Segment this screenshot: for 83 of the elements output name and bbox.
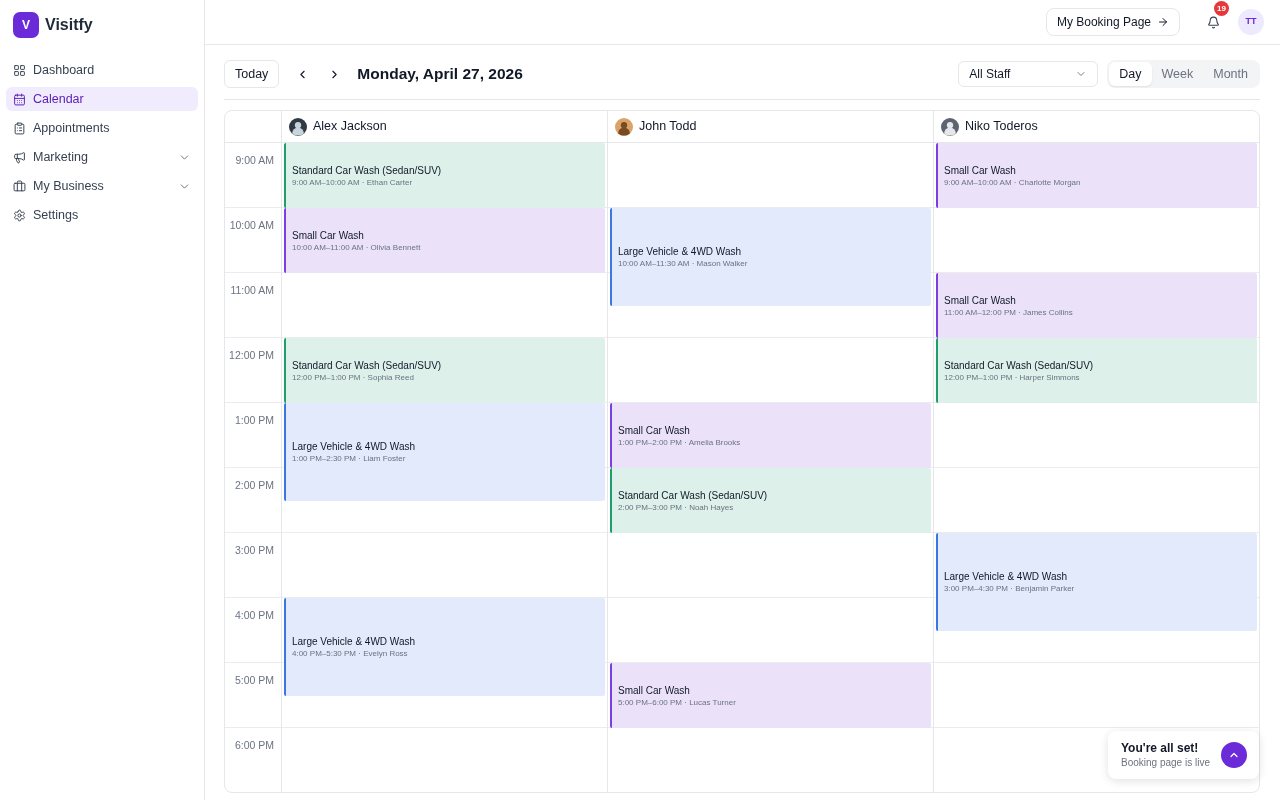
- view-tab[interactable]: Week: [1151, 62, 1204, 86]
- appointment-details: 10:00 AM–11:00 AM · Olivia Bennett: [292, 241, 422, 253]
- clipboard-icon: [13, 121, 26, 135]
- today-button[interactable]: Today: [224, 60, 280, 88]
- appointment-details: 1:00 PM–2:30 PM · Liam Foster: [292, 452, 407, 464]
- app-name: Visitfy: [45, 15, 93, 35]
- appointment-title: Small Car Wash: [618, 423, 691, 437]
- appointment-title: Large Vehicle & 4WD Wash: [944, 569, 1069, 583]
- collapse-button[interactable]: [1221, 742, 1247, 768]
- appointment-details: 4:00 PM–5:30 PM · Evelyn Ross: [292, 647, 409, 659]
- appointment-title: Small Car Wash: [944, 293, 1017, 307]
- view-tab[interactable]: Day: [1109, 62, 1152, 86]
- appointment-card[interactable]: Standard Car Wash (Sedan/SUV) 12:00 PM–1:00 PM · Harper Simmons: [936, 338, 1257, 403]
- appointment-card[interactable]: Large Vehicle & 4WD Wash 3:00 PM–4:30 PM · Benjamin Parker: [936, 533, 1257, 631]
- appointment-card[interactable]: Large Vehicle & 4WD Wash 4:00 PM–5:30 PM · Evelyn Ross: [284, 598, 605, 696]
- grid-icon: [13, 63, 26, 77]
- appointment-title: Small Car Wash: [292, 228, 365, 242]
- appointment-title: Large Vehicle & 4WD Wash: [292, 634, 417, 648]
- staff-name: Alex Jackson: [313, 118, 387, 136]
- user-avatar[interactable]: TT: [1238, 9, 1264, 35]
- settings-icon: [13, 208, 26, 222]
- appointment-card[interactable]: Small Car Wash 9:00 AM–10:00 AM · Charlotte Morgan: [936, 143, 1257, 208]
- appointment-details: 11:00 AM–12:00 PM · James Collins: [944, 306, 1074, 318]
- appointment-card[interactable]: Small Car Wash 11:00 AM–12:00 PM · James Collins: [936, 273, 1257, 338]
- appointment-details: 3:00 PM–4:30 PM · Benjamin Parker: [944, 582, 1076, 594]
- appointment-details: 9:00 AM–10:00 AM · Ethan Carter: [292, 176, 414, 188]
- time-label: 12:00 PM: [229, 349, 274, 361]
- arrow-right-icon: [1157, 16, 1169, 28]
- avatar-icon: [941, 117, 959, 136]
- date-title: Monday, April 27, 2026: [357, 64, 523, 85]
- calendar-icon: [13, 92, 26, 106]
- appointment-card[interactable]: Standard Car Wash (Sedan/SUV) 9:00 AM–10:00 AM · Ethan Carter: [284, 143, 605, 208]
- toast-title: You're all set!: [1121, 740, 1200, 756]
- time-label: 3:00 PM: [234, 544, 274, 556]
- time-label: 6:00 PM: [234, 739, 274, 751]
- sidebar-item[interactable]: Appointments: [6, 116, 198, 140]
- appointment-card[interactable]: Small Car Wash 10:00 AM–11:00 AM · Olivia Bennett: [284, 208, 605, 273]
- notification-count: 19: [1214, 1, 1229, 16]
- appointment-details: 2:00 PM–3:00 PM · Noah Hayes: [618, 501, 735, 513]
- time-label: 11:00 AM: [230, 284, 274, 296]
- sidebar-item[interactable]: Dashboard: [6, 58, 198, 82]
- sidebar-item[interactable]: Settings: [6, 203, 198, 227]
- sidebar-item[interactable]: Calendar: [6, 87, 198, 111]
- avatar-icon: [615, 117, 633, 136]
- appointment-card[interactable]: Standard Car Wash (Sedan/SUV) 2:00 PM–3:00 PM · Noah Hayes: [610, 468, 931, 533]
- appointment-card[interactable]: Small Car Wash 1:00 PM–2:00 PM · Amelia Brooks: [610, 403, 931, 468]
- appointment-title: Small Car Wash: [618, 683, 691, 697]
- appointment-details: 12:00 PM–1:00 PM · Harper Simmons: [944, 371, 1081, 383]
- logo-icon: V: [13, 12, 39, 38]
- time-label: 4:00 PM: [234, 609, 274, 621]
- staff-select[interactable]: All Staff: [958, 61, 1099, 87]
- appointment-details: 10:00 AM–11:30 AM · Mason Walker: [618, 257, 749, 269]
- appointment-card[interactable]: Standard Car Wash (Sedan/SUV) 12:00 PM–1:00 PM · Sophia Reed: [284, 338, 605, 403]
- appointment-title: Standard Car Wash (Sedan/SUV): [292, 358, 443, 372]
- appointment-title: Large Vehicle & 4WD Wash: [618, 244, 743, 258]
- staff-name: Niko Toderos: [965, 118, 1038, 136]
- view-tab[interactable]: Month: [1203, 62, 1258, 86]
- appointment-title: Standard Car Wash (Sedan/SUV): [292, 163, 443, 177]
- appointment-title: Small Car Wash: [944, 163, 1017, 177]
- appointment-card[interactable]: Small Car Wash 5:00 PM–6:00 PM · Lucas Turner: [610, 663, 931, 728]
- avatar-icon: [289, 117, 307, 136]
- briefcase-icon: [13, 179, 26, 193]
- appointment-title: Large Vehicle & 4WD Wash: [292, 439, 417, 453]
- appointment-details: 9:00 AM–10:00 AM · Charlotte Morgan: [944, 176, 1082, 188]
- time-label: 2:00 PM: [234, 479, 274, 491]
- time-label: 9:00 AM: [235, 154, 274, 166]
- bell-icon: [1206, 15, 1220, 29]
- appointment-details: 5:00 PM–6:00 PM · Lucas Turner: [618, 696, 737, 708]
- appointment-title: Standard Car Wash (Sedan/SUV): [944, 358, 1095, 372]
- megaphone-icon: [13, 150, 26, 164]
- sidebar-item[interactable]: Marketing: [6, 145, 198, 169]
- sidebar-item[interactable]: My Business: [6, 174, 198, 198]
- appointment-card[interactable]: Large Vehicle & 4WD Wash 10:00 AM–11:30 AM · Mason Walker: [610, 208, 931, 306]
- time-label: 10:00 AM: [229, 219, 274, 231]
- appointment-title: Standard Car Wash (Sedan/SUV): [618, 488, 769, 502]
- time-label: 5:00 PM: [234, 674, 274, 686]
- time-label: 1:00 PM: [234, 414, 274, 426]
- staff-name: John Todd: [639, 118, 697, 136]
- booking-page-button[interactable]: My Booking Page: [1045, 8, 1180, 36]
- toast-message: Booking page is live: [1121, 755, 1210, 770]
- appointment-details: 1:00 PM–2:00 PM · Amelia Brooks: [618, 436, 742, 448]
- appointment-details: 12:00 PM–1:00 PM · Sophia Reed: [292, 371, 415, 383]
- appointment-card[interactable]: Large Vehicle & 4WD Wash 1:00 PM–2:30 PM · Liam Foster: [284, 403, 605, 501]
